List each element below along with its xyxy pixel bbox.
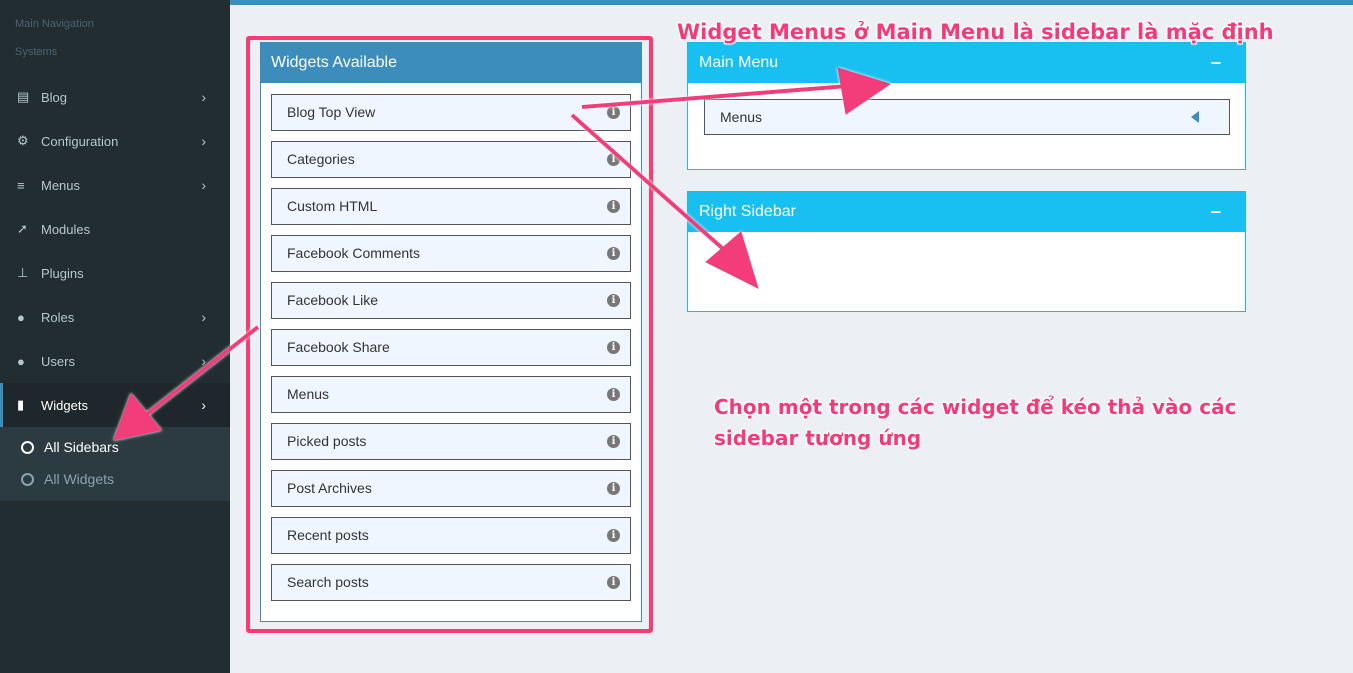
annotation-top: Widget Menus ở Main Menu là sidebar là m… (677, 20, 1274, 44)
arrow-to-main-menu (581, 84, 849, 109)
arrow-head-all-sidebars (113, 393, 162, 441)
annotation-middle: Chọn một trong các widget để kéo thả vào… (714, 395, 1237, 450)
arrow-to-all-sidebars (144, 325, 260, 417)
arrow-to-right-sidebar (570, 113, 732, 257)
arrow-head-main-menu (837, 67, 892, 115)
annotation-arrows (113, 67, 892, 441)
